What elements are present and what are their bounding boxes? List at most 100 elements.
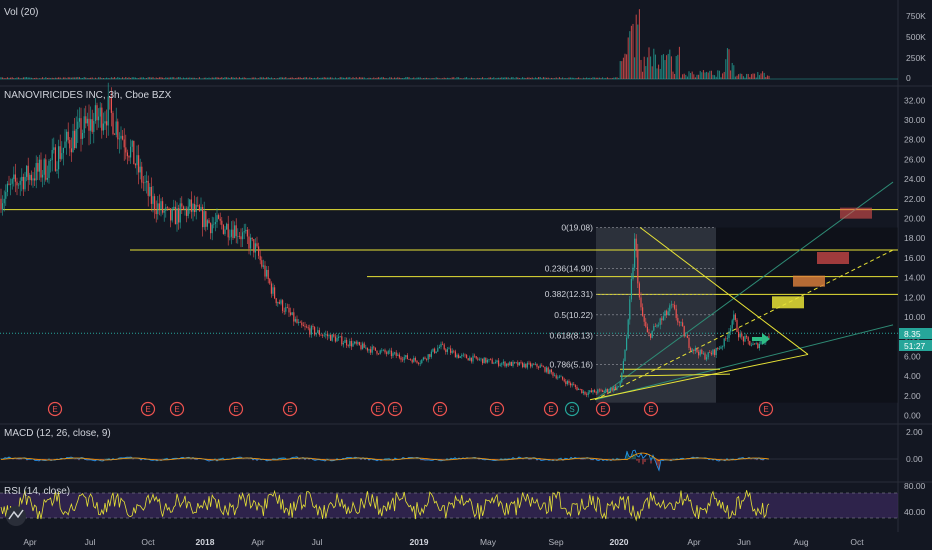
candle-body xyxy=(112,112,114,135)
volume-bar xyxy=(309,77,311,79)
volume-bar xyxy=(102,77,104,79)
volume-bar xyxy=(544,77,546,79)
volume-bar xyxy=(232,77,234,79)
volume-bar xyxy=(669,49,671,79)
volume-bar xyxy=(645,66,647,79)
candle-body xyxy=(531,364,533,367)
volume-bar xyxy=(696,74,698,79)
candle-body xyxy=(147,180,149,196)
volume-bar xyxy=(278,77,280,79)
price-tick-label: 32.00 xyxy=(904,95,926,105)
candle-body xyxy=(368,349,370,351)
volume-bar xyxy=(611,77,613,79)
volume-bar xyxy=(46,77,48,79)
volume-bar xyxy=(648,47,650,79)
candle-body xyxy=(424,357,426,359)
candle-body xyxy=(395,352,397,356)
candle-body xyxy=(670,304,672,306)
volume-bar xyxy=(370,77,372,79)
candle-body xyxy=(632,267,634,279)
candle-body xyxy=(584,391,586,395)
trading-chart[interactable]: Vol (20) 750K 500K 250K 0 NANOVIRICIDES INC… xyxy=(0,0,932,550)
volume-bar xyxy=(230,77,232,79)
candle-body xyxy=(469,357,471,361)
volume-bar xyxy=(34,78,36,79)
volume-bar xyxy=(83,77,85,79)
macd-histogram-bar xyxy=(474,458,476,459)
candle-body xyxy=(715,348,717,356)
volume-bar xyxy=(742,76,744,79)
candle-body xyxy=(414,357,416,361)
macd-histogram-bar xyxy=(636,459,638,461)
candle-body xyxy=(490,359,492,360)
candle-body xyxy=(318,330,320,335)
candle-body xyxy=(170,208,172,221)
candle-body xyxy=(365,347,367,349)
volume-bar xyxy=(539,77,541,79)
volume-bar xyxy=(560,78,562,79)
candle-body xyxy=(72,130,74,153)
candle-body xyxy=(614,386,616,390)
candle-body xyxy=(30,174,32,181)
candle-body xyxy=(302,325,304,327)
candle-body xyxy=(128,156,130,158)
candle-body xyxy=(118,138,120,140)
volume-bar xyxy=(213,77,215,79)
candle-body xyxy=(699,349,701,356)
volume-bar xyxy=(675,56,677,79)
volume-bar xyxy=(726,48,728,79)
volume-bar xyxy=(515,77,517,79)
candle-body xyxy=(358,342,360,346)
volume-bar xyxy=(166,77,168,79)
candle-body xyxy=(53,147,55,150)
volume-bar xyxy=(520,78,522,79)
candle-body xyxy=(312,326,314,328)
macd-histogram-bar xyxy=(556,459,558,460)
candle-body xyxy=(739,333,741,338)
volume-bar xyxy=(768,75,770,79)
volume-bar xyxy=(21,78,23,79)
volume-bar xyxy=(416,77,418,79)
volume-bar xyxy=(427,78,429,79)
candle-body xyxy=(667,311,669,316)
candle-body xyxy=(146,180,148,183)
tradingview-logo-icon[interactable] xyxy=(6,506,26,526)
volume-bar xyxy=(733,65,735,79)
candle-body xyxy=(285,307,287,312)
macd-histogram-bar xyxy=(630,458,632,459)
candle-body xyxy=(496,360,498,363)
volume-bar xyxy=(406,77,408,79)
candle-body xyxy=(426,358,428,360)
candle-body xyxy=(600,389,602,391)
candle-body xyxy=(194,204,196,213)
candle-body xyxy=(451,350,453,353)
volume-bar xyxy=(165,77,167,79)
volume-bar xyxy=(138,78,140,79)
candle-body xyxy=(573,384,575,386)
volume-bar xyxy=(555,77,557,79)
volume-bar xyxy=(637,24,639,79)
volume-bar xyxy=(301,78,303,79)
candle-body xyxy=(6,183,8,193)
volume-bar xyxy=(634,57,636,79)
candle-body xyxy=(456,354,458,358)
candle-body xyxy=(405,355,407,358)
volume-bar xyxy=(626,54,628,79)
volume-bar xyxy=(483,78,485,79)
volume-bar xyxy=(632,23,634,79)
candle-body xyxy=(267,269,269,280)
candle-body xyxy=(570,383,572,386)
main-pane xyxy=(0,82,898,403)
volume-bar xyxy=(651,66,653,79)
candle-body xyxy=(325,334,327,335)
candle-body xyxy=(733,314,735,321)
candle-body xyxy=(371,346,373,353)
fib-level-label: 0.618(8.13) xyxy=(550,330,594,340)
volume-bar xyxy=(714,75,716,79)
volume-bar xyxy=(358,77,360,79)
candle-body xyxy=(74,130,76,149)
macd-histogram-bar xyxy=(586,458,588,459)
candle-body xyxy=(43,159,45,175)
volume-bar xyxy=(542,77,544,79)
volume-bar xyxy=(8,77,10,79)
